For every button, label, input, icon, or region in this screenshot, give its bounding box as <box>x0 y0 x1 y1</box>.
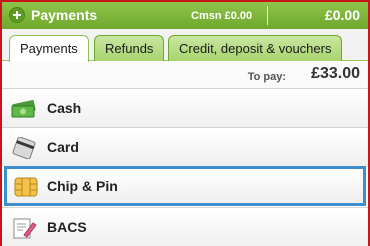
payment-method-card[interactable]: Card <box>2 127 368 167</box>
payment-method-bacs[interactable]: BACS <box>2 207 368 246</box>
payments-panel: Payments Cmsn £0.00 £0.00 Payments Refun… <box>0 0 370 246</box>
to-pay-row: To pay: £33.00 <box>2 62 368 88</box>
header-divider <box>267 6 268 25</box>
to-pay-amount: £33.00 <box>311 65 360 82</box>
bacs-icon <box>13 218 37 239</box>
card-icon <box>12 137 36 159</box>
payment-method-chip-pin[interactable]: Chip & Pin <box>4 166 366 206</box>
payments-header: Payments Cmsn £0.00 £0.00 <box>2 2 368 29</box>
tab-payments[interactable]: Payments <box>9 35 89 62</box>
header-title: Payments <box>31 7 98 23</box>
tab-refunds[interactable]: Refunds <box>94 35 165 61</box>
payment-method-label: Card <box>47 139 79 155</box>
to-pay-label: To pay: <box>247 71 286 83</box>
cash-icon <box>11 100 36 118</box>
tab-credit-deposit-vouchers[interactable]: Credit, deposit & vouchers <box>168 35 343 61</box>
payment-method-label: Cash <box>47 100 82 116</box>
payment-method-label: Chip & Pin <box>47 178 118 194</box>
payment-method-cash[interactable]: Cash <box>2 88 368 128</box>
header-total: £0.00 <box>324 7 360 23</box>
tab-bar: Payments Refunds Credit, deposit & vouch… <box>2 29 368 62</box>
plus-icon[interactable] <box>9 7 25 23</box>
payment-method-label: BACS <box>47 219 87 235</box>
chip-pin-icon <box>14 177 38 197</box>
commission-amount: Cmsn £0.00 <box>191 10 253 22</box>
